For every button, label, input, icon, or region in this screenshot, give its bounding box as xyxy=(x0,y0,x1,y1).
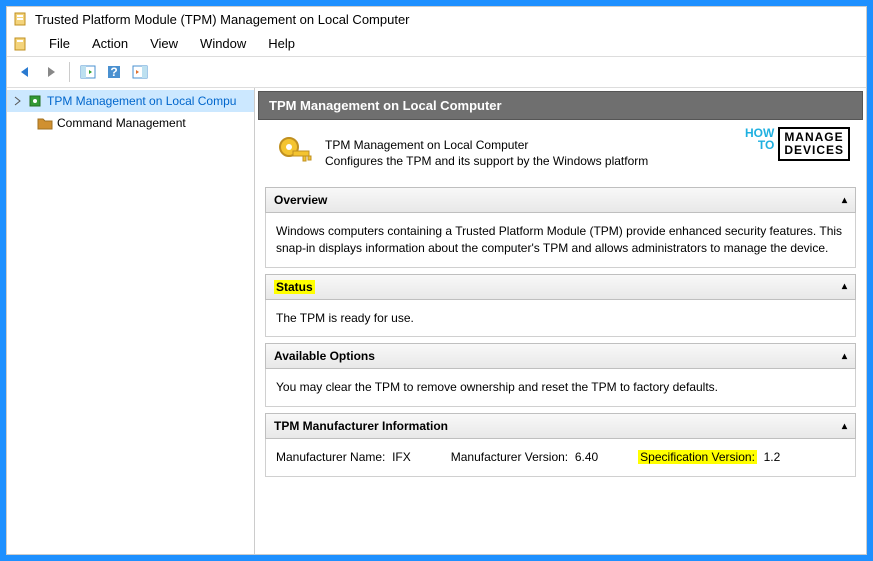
toolbar-separator xyxy=(69,62,70,82)
svg-text:?: ? xyxy=(110,65,117,79)
tpm-chip-icon xyxy=(27,93,43,109)
summary-row: TPM Management on Local Computer Configu… xyxy=(265,123,856,183)
options-title: Available Options xyxy=(274,349,375,363)
help-icon: ? xyxy=(106,64,122,80)
tree-root-label: TPM Management on Local Compu xyxy=(47,94,236,108)
folder-gear-icon xyxy=(37,115,53,131)
tpm-console-icon xyxy=(13,11,29,27)
section-manufacturer: TPM Manufacturer Information ▴ Manufactu… xyxy=(265,413,856,477)
mfr-name: Manufacturer Name: IFX xyxy=(276,449,411,466)
section-status: Status ▴ The TPM is ready for use. xyxy=(265,274,856,338)
main-header: TPM Management on Local Computer xyxy=(258,91,863,120)
status-header[interactable]: Status ▴ xyxy=(265,274,856,300)
menu-view[interactable]: View xyxy=(140,33,188,54)
logo-left: HOW TO xyxy=(745,127,774,151)
summary-desc: Configures the TPM and its support by th… xyxy=(325,154,648,168)
collapse-arrow-icon: ▴ xyxy=(842,281,847,292)
manufacturer-title: TPM Manufacturer Information xyxy=(274,419,448,433)
help-button[interactable]: ? xyxy=(102,60,126,84)
summary-title: TPM Management on Local Computer xyxy=(325,138,648,152)
collapse-arrow-icon: ▴ xyxy=(842,351,847,362)
window-title: Trusted Platform Module (TPM) Management… xyxy=(35,12,410,27)
status-title: Status xyxy=(274,280,315,294)
logo-right: MANAGE DEVICES xyxy=(778,127,850,161)
section-overview: Overview ▴ Windows computers containing … xyxy=(265,187,856,268)
collapse-arrow-icon: ▴ xyxy=(842,195,847,206)
tree-root-tpm[interactable]: TPM Management on Local Compu xyxy=(7,90,254,112)
menu-window[interactable]: Window xyxy=(190,33,256,54)
overview-title: Overview xyxy=(274,193,327,207)
forward-button[interactable] xyxy=(39,60,63,84)
mfr-version: Manufacturer Version: 6.40 xyxy=(451,449,598,466)
action-pane-button[interactable] xyxy=(128,60,152,84)
manufacturer-body: Manufacturer Name: IFX Manufacturer Vers… xyxy=(265,439,856,477)
overview-body: Windows computers containing a Trusted P… xyxy=(265,213,856,268)
options-body: You may clear the TPM to remove ownershi… xyxy=(265,369,856,407)
arrow-right-icon xyxy=(43,64,59,80)
summary-text: TPM Management on Local Computer Configu… xyxy=(325,138,648,168)
tree-pane: TPM Management on Local Compu Command Ma… xyxy=(7,88,255,554)
overview-header[interactable]: Overview ▴ xyxy=(265,187,856,213)
show-hide-tree-button[interactable] xyxy=(76,60,100,84)
content-area: TPM Management on Local Compu Command Ma… xyxy=(7,88,866,554)
tpm-console-icon xyxy=(13,36,29,52)
watermark-logo: HOW TO MANAGE DEVICES xyxy=(745,127,850,161)
menu-help[interactable]: Help xyxy=(258,33,305,54)
menu-bar: File Action View Window Help xyxy=(7,31,866,57)
tree-command-management[interactable]: Command Management xyxy=(7,112,254,134)
main-pane: TPM Management on Local Computer TPM Man… xyxy=(255,88,866,554)
title-bar: Trusted Platform Module (TPM) Management… xyxy=(7,7,866,31)
menu-action[interactable]: Action xyxy=(82,33,138,54)
expand-icon xyxy=(13,96,23,106)
manufacturer-header[interactable]: TPM Manufacturer Information ▴ xyxy=(265,413,856,439)
toolbar: ? xyxy=(7,57,866,88)
panel-right-icon xyxy=(132,64,148,80)
section-options: Available Options ▴ You may clear the TP… xyxy=(265,343,856,407)
tree-child-label: Command Management xyxy=(57,116,186,130)
spec-version: Specification Version: 1.2 xyxy=(638,449,780,466)
status-body: The TPM is ready for use. xyxy=(265,300,856,338)
options-header[interactable]: Available Options ▴ xyxy=(265,343,856,369)
mmc-window: Trusted Platform Module (TPM) Management… xyxy=(6,6,867,555)
arrow-left-icon xyxy=(17,64,33,80)
back-button[interactable] xyxy=(13,60,37,84)
collapse-arrow-icon: ▴ xyxy=(842,421,847,432)
key-icon xyxy=(275,133,315,173)
panel-icon xyxy=(80,64,96,80)
menu-file[interactable]: File xyxy=(39,33,80,54)
